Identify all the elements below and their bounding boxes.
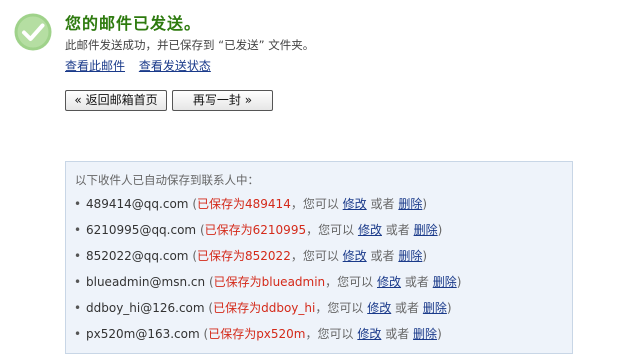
contact-item: • 6210995@qq.com (已保存为6210995，您可以 修改 或者 删…: [74, 220, 461, 246]
edit-contact-link[interactable]: 修改: [343, 197, 367, 211]
or-text: 或者: [370, 249, 395, 263]
bullet-icon: •: [74, 249, 82, 263]
saved-as-status: 已保存为ddboy_hi: [213, 301, 316, 315]
close-paren: ): [437, 223, 443, 237]
or-text: 或者: [385, 327, 410, 341]
view-mail-link[interactable]: 查看此邮件: [65, 59, 125, 73]
contact-item: • px520m@163.com (已保存为px520m，您可以 修改 或者 删除…: [74, 324, 461, 350]
or-text: 或者: [370, 197, 395, 211]
contact-email: blueadmin@msn.cn: [86, 275, 206, 289]
saved-as-status: 已保存为px520m: [208, 327, 306, 341]
saved-as-status: 已保存为852022: [197, 249, 291, 263]
or-text: 或者: [395, 301, 420, 315]
contact-list: • 489414@qq.com (已保存为489414，您可以 修改 或者 删除)…: [74, 194, 461, 350]
you-can-text: ，您可以: [306, 223, 355, 237]
bullet-icon: •: [74, 327, 82, 341]
page-title: 您的邮件已发送。: [65, 14, 202, 33]
bullet-icon: •: [74, 301, 82, 315]
delete-contact-link[interactable]: 删除: [413, 327, 437, 341]
or-text: 或者: [404, 275, 429, 289]
saved-as-status: 已保存为blueadmin: [213, 275, 326, 289]
contact-item: • ddboy_hi@126.com (已保存为ddboy_hi，您可以 修改 或…: [74, 298, 461, 324]
edit-contact-link[interactable]: 修改: [358, 223, 382, 237]
contact-item: • blueadmin@msn.cn (已保存为blueadmin，您可以 修改 …: [74, 272, 461, 298]
close-paren: ): [456, 275, 462, 289]
delete-contact-link[interactable]: 删除: [398, 197, 422, 211]
saved-contacts-header: 以下收件人已自动保存到联系人中：: [75, 173, 259, 187]
back-to-inbox-button[interactable]: « 返回邮箱首页: [65, 90, 167, 111]
contact-email: 489414@qq.com: [86, 197, 189, 211]
contact-email: 6210995@qq.com: [86, 223, 197, 237]
delete-contact-link[interactable]: 删除: [414, 223, 438, 237]
delete-contact-link[interactable]: 删除: [398, 249, 422, 263]
saved-as-status: 已保存为6210995: [204, 223, 307, 237]
contact-item: • 852022@qq.com (已保存为852022，您可以 修改 或者 删除): [74, 246, 461, 272]
edit-contact-link[interactable]: 修改: [357, 327, 381, 341]
delete-contact-link[interactable]: 删除: [423, 301, 447, 315]
saved-as-status: 已保存为489414: [197, 197, 291, 211]
saved-contacts-panel: 以下收件人已自动保存到联系人中： • 489414@qq.com (已保存为489…: [65, 161, 573, 354]
bullet-icon: •: [74, 275, 82, 289]
edit-contact-link[interactable]: 修改: [377, 275, 401, 289]
contact-email: 852022@qq.com: [86, 249, 189, 263]
success-check-icon: [14, 13, 52, 51]
close-paren: ): [446, 301, 452, 315]
bullet-icon: •: [74, 223, 82, 237]
edit-contact-link[interactable]: 修改: [343, 249, 367, 263]
close-paren: ): [422, 197, 428, 211]
you-can-text: ，您可以: [305, 327, 354, 341]
you-can-text: ，您可以: [290, 197, 339, 211]
or-text: 或者: [385, 223, 410, 237]
status-message: 此邮件发送成功，并已保存到 “已发送” 文件夹。: [65, 38, 315, 52]
delete-contact-link[interactable]: 删除: [433, 275, 457, 289]
you-can-text: ，您可以: [315, 301, 364, 315]
you-can-text: ，您可以: [325, 275, 374, 289]
contact-email: ddboy_hi@126.com: [86, 301, 205, 315]
write-another-button[interactable]: 再写一封 »: [172, 90, 273, 111]
bullet-icon: •: [74, 197, 82, 211]
close-paren: ): [422, 249, 428, 263]
result-links: 查看此邮件 查看发送状态: [65, 57, 221, 74]
view-status-link[interactable]: 查看发送状态: [139, 59, 211, 73]
contact-email: px520m@163.com: [86, 327, 200, 341]
you-can-text: ，您可以: [290, 249, 339, 263]
edit-contact-link[interactable]: 修改: [367, 301, 391, 315]
close-paren: ): [437, 327, 442, 341]
contact-item: • 489414@qq.com (已保存为489414，您可以 修改 或者 删除): [74, 194, 461, 220]
